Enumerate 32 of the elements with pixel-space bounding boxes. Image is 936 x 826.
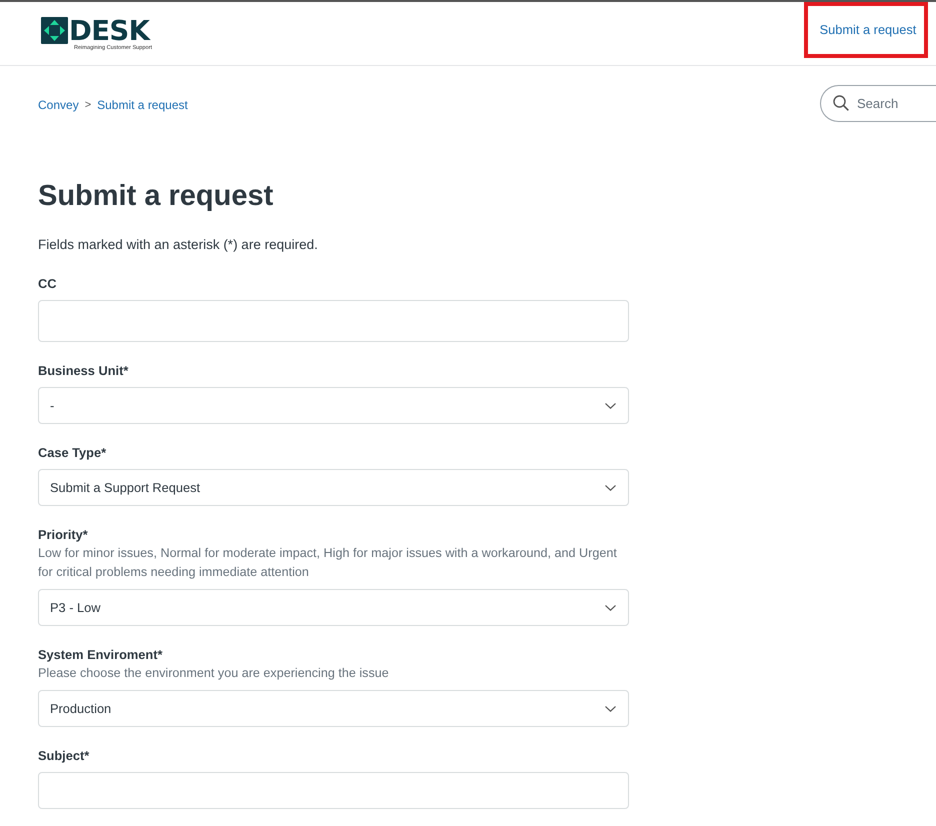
page-title: Submit a request — [38, 179, 274, 214]
required-note: Fields marked with an asterisk (*) are required. — [38, 236, 319, 254]
logo-wordmark: DESK — [69, 16, 150, 44]
field-label: CC — [38, 275, 58, 293]
chevron-down-icon — [605, 484, 616, 490]
dropdown-field[interactable]: - — [38, 387, 629, 424]
search-field[interactable]: Search — [820, 85, 936, 122]
field-label: Business Unit* — [38, 362, 130, 380]
dropdown-field[interactable]: Production — [38, 690, 629, 727]
chevron-down-icon — [605, 706, 616, 712]
breadcrumb-separator: > — [84, 99, 92, 111]
logo-icon — [41, 16, 68, 44]
dropdown-field[interactable]: P3 - Low — [38, 589, 629, 626]
field-description: Low for minor issues, Normal for moderate impact, High for major issues with a workaround, and Urgent for critical problems needing immediate attention — [38, 545, 618, 581]
input-field[interactable] — [38, 300, 629, 342]
dropdown-value: Production — [50, 701, 112, 716]
field-label: Subject* — [38, 747, 90, 765]
dropdown-value: Submit a Support Request — [50, 480, 200, 495]
input-field[interactable] — [38, 772, 629, 809]
field-label: Priority* — [38, 526, 89, 544]
chevron-down-icon — [605, 402, 616, 408]
dropdown-value: - — [50, 398, 54, 413]
submit-request-link[interactable]: Submit a request — [820, 22, 916, 37]
field-label: System Enviroment* — [38, 646, 164, 664]
breadcrumb-link[interactable]: Convey — [38, 98, 79, 112]
field-description: Please choose the environment you are experiencing the issue — [38, 665, 390, 682]
dropdown-field[interactable]: Submit a Support Request — [38, 469, 629, 506]
breadcrumb-link[interactable]: Submit a request — [97, 98, 188, 112]
search-icon — [833, 95, 849, 111]
chevron-down-icon — [605, 604, 616, 610]
dropdown-value: P3 - Low — [50, 600, 101, 615]
field-label: Case Type* — [38, 444, 108, 462]
